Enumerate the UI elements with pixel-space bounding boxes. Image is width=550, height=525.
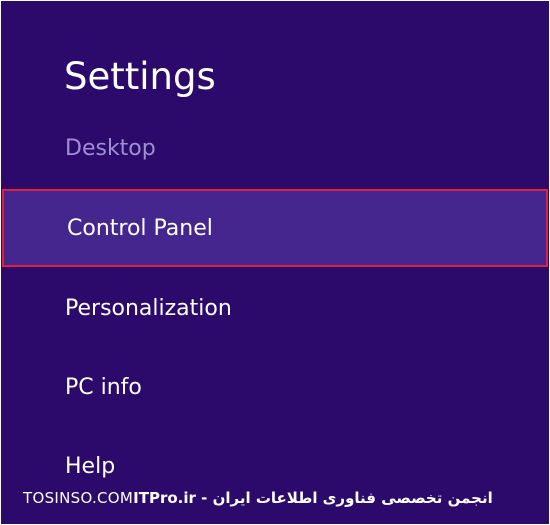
menu-item-pc-info[interactable]: PC info: [1, 348, 549, 426]
panel-subtitle: Desktop: [65, 136, 156, 161]
settings-charm-panel: Settings Desktop Control Panel Personali…: [1, 1, 549, 524]
menu-item-control-panel[interactable]: Control Panel: [2, 189, 548, 267]
watermark-left-text: TOSINSO.COM: [23, 489, 134, 507]
watermark: TOSINSO.COM ITPro.ir - انجمن تخصصی فناور…: [23, 485, 533, 511]
menu-item-label: Control Panel: [67, 215, 213, 241]
menu-item-label: Personalization: [65, 295, 232, 321]
panel-title: Settings: [64, 55, 216, 98]
menu-item-label: Help: [65, 453, 116, 479]
menu-item-label: PC info: [65, 374, 142, 400]
menu-item-personalization[interactable]: Personalization: [1, 269, 549, 347]
watermark-right-text: ITPro.ir - انجمن تخصصی فناوری اطلاعات ای…: [133, 489, 493, 507]
